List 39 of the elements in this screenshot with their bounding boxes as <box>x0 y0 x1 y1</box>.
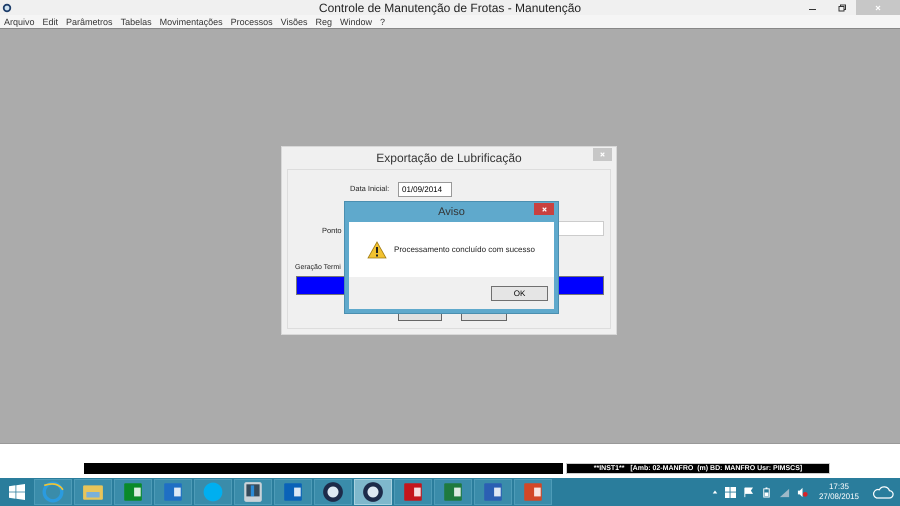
menu-item[interactable]: Edit <box>42 16 58 26</box>
taskbar-app-icon[interactable] <box>314 479 352 505</box>
menu-item[interactable]: Movimentações <box>160 16 223 26</box>
caret-up-icon[interactable] <box>712 489 718 495</box>
ok-button[interactable]: OK <box>491 286 548 300</box>
close-button[interactable] <box>534 203 554 215</box>
windows-flag-icon[interactable] <box>724 486 736 498</box>
menu-item[interactable]: Window <box>340 16 372 26</box>
taskbar-app-icon[interactable] <box>474 479 512 505</box>
speaker-muted-icon[interactable] <box>796 486 808 498</box>
restore-icon <box>836 2 846 12</box>
app-logo-icon <box>2 2 12 12</box>
close-icon <box>540 204 548 214</box>
date-field[interactable]: 01/09/2014 <box>398 182 452 197</box>
alert-title: Aviso <box>438 206 465 218</box>
windows-logo-icon <box>9 484 25 500</box>
menu-item[interactable]: Processos <box>230 16 273 26</box>
menu-item[interactable]: Reg <box>316 16 332 26</box>
minimize-icon <box>809 8 816 10</box>
menu-item[interactable]: Arquivo <box>4 16 35 26</box>
close-icon <box>598 150 607 159</box>
window-title: Controle de Manutenção de Frotas - Manutenção <box>318 0 582 14</box>
battery-icon[interactable] <box>760 486 772 498</box>
menu-item[interactable]: Visões <box>280 16 308 26</box>
taskbar-app-icon[interactable] <box>354 479 392 505</box>
taskbar-app-icon[interactable] <box>234 479 272 505</box>
taskbar-clock[interactable]: 17:35 27/08/2015 <box>818 482 859 502</box>
menu-item[interactable]: ? <box>380 16 386 26</box>
taskbar-app-icon[interactable] <box>394 479 432 505</box>
warning-icon <box>367 240 387 258</box>
alert-message: Processamento concluído com sucesso <box>394 245 535 254</box>
close-icon <box>873 2 883 12</box>
flag-icon[interactable] <box>742 486 754 498</box>
dialog-title: Exportação de Lubrificação <box>376 151 522 165</box>
cloud-icon[interactable] <box>872 484 894 500</box>
menu-item[interactable]: Tabelas <box>120 16 152 26</box>
menu-item[interactable]: Parâmetros <box>66 16 113 26</box>
input-field[interactable] <box>556 221 604 236</box>
taskbar-app-icon[interactable] <box>274 479 312 505</box>
